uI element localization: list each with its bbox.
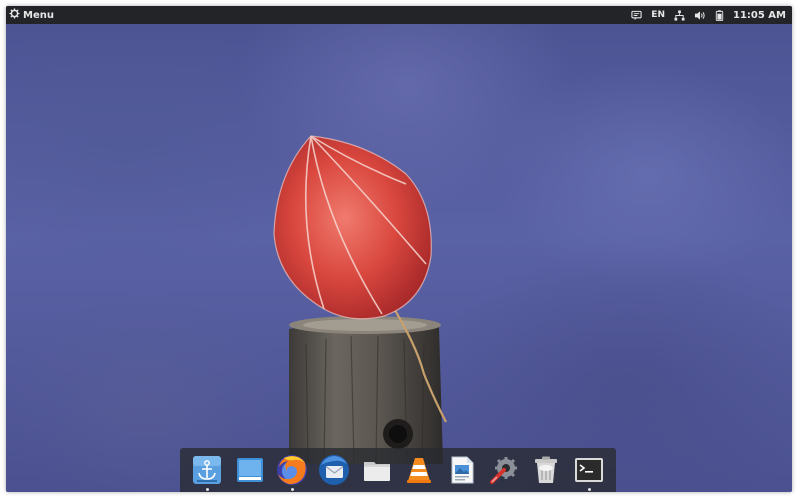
dock-item-trash[interactable] <box>528 452 564 488</box>
dock-item-settings[interactable] <box>486 452 522 488</box>
dock-item-vlc[interactable] <box>401 452 437 488</box>
wallpaper-leaf-image <box>273 135 447 464</box>
clock-label[interactable]: 11:05 AM <box>733 6 786 24</box>
terminal-icon <box>574 458 603 482</box>
dock-item-thunderbird[interactable] <box>316 452 352 488</box>
desktop-wallpaper[interactable] <box>6 24 792 492</box>
trash-icon <box>535 456 558 483</box>
network-icon[interactable] <box>674 6 685 24</box>
dock-item-files[interactable] <box>359 452 395 488</box>
vlc-icon <box>407 458 432 483</box>
top-panel: Menu EN 11:05 AM <box>6 6 792 24</box>
dock-item-terminal[interactable] <box>571 452 607 491</box>
menu-label: Menu <box>23 9 54 21</box>
dock-item-desktop[interactable] <box>232 452 268 488</box>
system-tray: EN 11:05 AM <box>631 6 792 24</box>
applications-menu-button[interactable]: Menu <box>6 6 54 24</box>
keyboard-layout-indicator[interactable]: EN <box>651 6 665 24</box>
notifications-icon[interactable] <box>631 6 642 24</box>
firefox-icon <box>276 455 307 485</box>
desktop-screen: Menu EN 11:05 AM <box>6 6 792 492</box>
document-viewer-icon <box>451 456 474 484</box>
dock-item-anchor[interactable] <box>189 452 225 491</box>
dock-item-document-viewer[interactable] <box>444 452 480 488</box>
running-indicator <box>206 488 210 491</box>
dock-item-firefox[interactable] <box>274 452 310 491</box>
gear-icon <box>9 8 20 22</box>
volume-icon[interactable] <box>694 6 706 24</box>
dock <box>180 448 616 492</box>
running-indicator <box>290 488 294 491</box>
battery-icon[interactable] <box>715 6 724 24</box>
file-manager-icon <box>363 462 390 481</box>
settings-tools-icon <box>489 457 517 484</box>
thunderbird-icon <box>319 455 350 485</box>
desktop-window-icon <box>236 458 263 482</box>
running-indicator <box>587 488 591 491</box>
anchor-dock-icon <box>193 456 222 484</box>
